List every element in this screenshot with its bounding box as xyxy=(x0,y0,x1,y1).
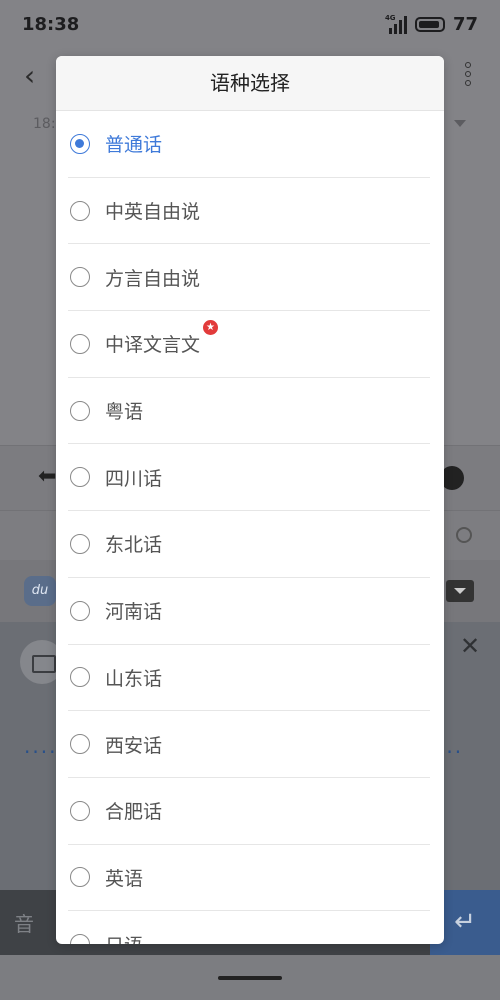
waveform-dots-left: ···· xyxy=(24,740,58,764)
radio-unchecked-icon[interactable] xyxy=(70,533,90,554)
language-option-chinese-english[interactable]: 中英自由说 xyxy=(68,178,430,245)
language-option-list: 普通话 中英自由说 方言自由说 中译文言文 ★ 粤语 四川话 东北话 河南话 山… xyxy=(56,111,444,944)
language-option-classical-chinese[interactable]: 中译文言文 ★ xyxy=(68,311,430,378)
option-label: 合肥话 xyxy=(105,801,163,824)
radio-checked-icon[interactable] xyxy=(70,133,90,154)
radio-unchecked-icon[interactable] xyxy=(70,800,90,821)
battery-level: 77 xyxy=(452,14,478,35)
option-label: 普通话 xyxy=(105,134,163,157)
dialog-title: 语种选择 xyxy=(56,56,444,111)
star-badge-icon: ★ xyxy=(203,320,219,336)
language-option-sichuan[interactable]: 四川话 xyxy=(68,444,430,512)
language-select-dialog: 语种选择 普通话 中英自由说 方言自由说 中译文言文★ 粤语 四川话 东北话 xyxy=(56,56,444,944)
battery-icon xyxy=(414,17,445,32)
option-label: 方言自由说 xyxy=(105,267,201,290)
option-label: 河南话 xyxy=(105,601,163,624)
back-icon[interactable]: ‹ xyxy=(24,62,35,90)
option-label-wrap: 中译文言文 ★ xyxy=(105,320,219,357)
arrow-left-icon[interactable]: ⬅ xyxy=(38,464,56,489)
radio-unchecked-icon[interactable] xyxy=(70,200,90,221)
language-option-dialect-free[interactable]: 方言自由说 xyxy=(68,244,430,312)
language-option-hefei[interactable]: 合肥话 xyxy=(68,778,430,845)
radio-unchecked-icon[interactable] xyxy=(70,667,90,688)
option-label: 四川话 xyxy=(105,467,163,490)
collapse-keyboard-icon[interactable] xyxy=(446,580,474,602)
option-label: 粤语 xyxy=(105,401,144,424)
radio-unchecked-icon[interactable] xyxy=(70,934,90,944)
option-label: 西安话 xyxy=(105,734,163,757)
du-logo-icon[interactable]: du xyxy=(24,576,56,606)
radio-unchecked-icon[interactable] xyxy=(70,467,90,488)
language-option-xian[interactable]: 西安话 xyxy=(68,711,430,778)
language-option-cantonese[interactable]: 粤语 xyxy=(68,378,430,445)
keyboard-key-label[interactable]: 音 xyxy=(14,908,34,937)
message-timestamp: 18: xyxy=(33,116,56,132)
language-option-northeast[interactable]: 东北话 xyxy=(68,511,430,578)
radio-unchecked-icon[interactable] xyxy=(70,400,90,421)
language-option-japanese[interactable]: 日语 xyxy=(68,911,430,944)
radio-unchecked-icon[interactable] xyxy=(70,600,90,621)
status-time: 18:38 xyxy=(22,14,80,35)
gear-icon[interactable] xyxy=(456,527,472,543)
status-bar: 18:38 4G 77 xyxy=(0,0,500,50)
caret-down-icon[interactable] xyxy=(454,120,466,127)
network-type-label: 4G xyxy=(384,13,396,22)
language-option-henan[interactable]: 河南话 xyxy=(68,578,430,645)
close-icon[interactable]: ✕ xyxy=(460,634,480,658)
option-label: 日语 xyxy=(105,931,143,944)
more-options-icon[interactable] xyxy=(465,62,473,90)
radio-unchecked-icon[interactable] xyxy=(70,734,90,755)
language-option-english[interactable]: 英语 xyxy=(68,845,430,912)
option-label: 中译文言文 xyxy=(105,334,201,357)
language-option-mandarin[interactable]: 普通话 xyxy=(68,111,430,178)
signal-icon: 4G xyxy=(384,13,407,34)
radio-unchecked-icon[interactable] xyxy=(70,333,90,354)
home-indicator[interactable] xyxy=(218,976,282,980)
option-label: 山东话 xyxy=(105,667,163,690)
radio-unchecked-icon[interactable] xyxy=(70,867,90,888)
option-label: 中英自由说 xyxy=(105,201,201,224)
option-label: 东北话 xyxy=(105,534,163,557)
option-label: 英语 xyxy=(105,867,144,890)
radio-unchecked-icon[interactable] xyxy=(70,267,90,288)
language-option-shandong[interactable]: 山东话 xyxy=(68,645,430,712)
status-indicators: 4G 77 xyxy=(384,13,478,36)
